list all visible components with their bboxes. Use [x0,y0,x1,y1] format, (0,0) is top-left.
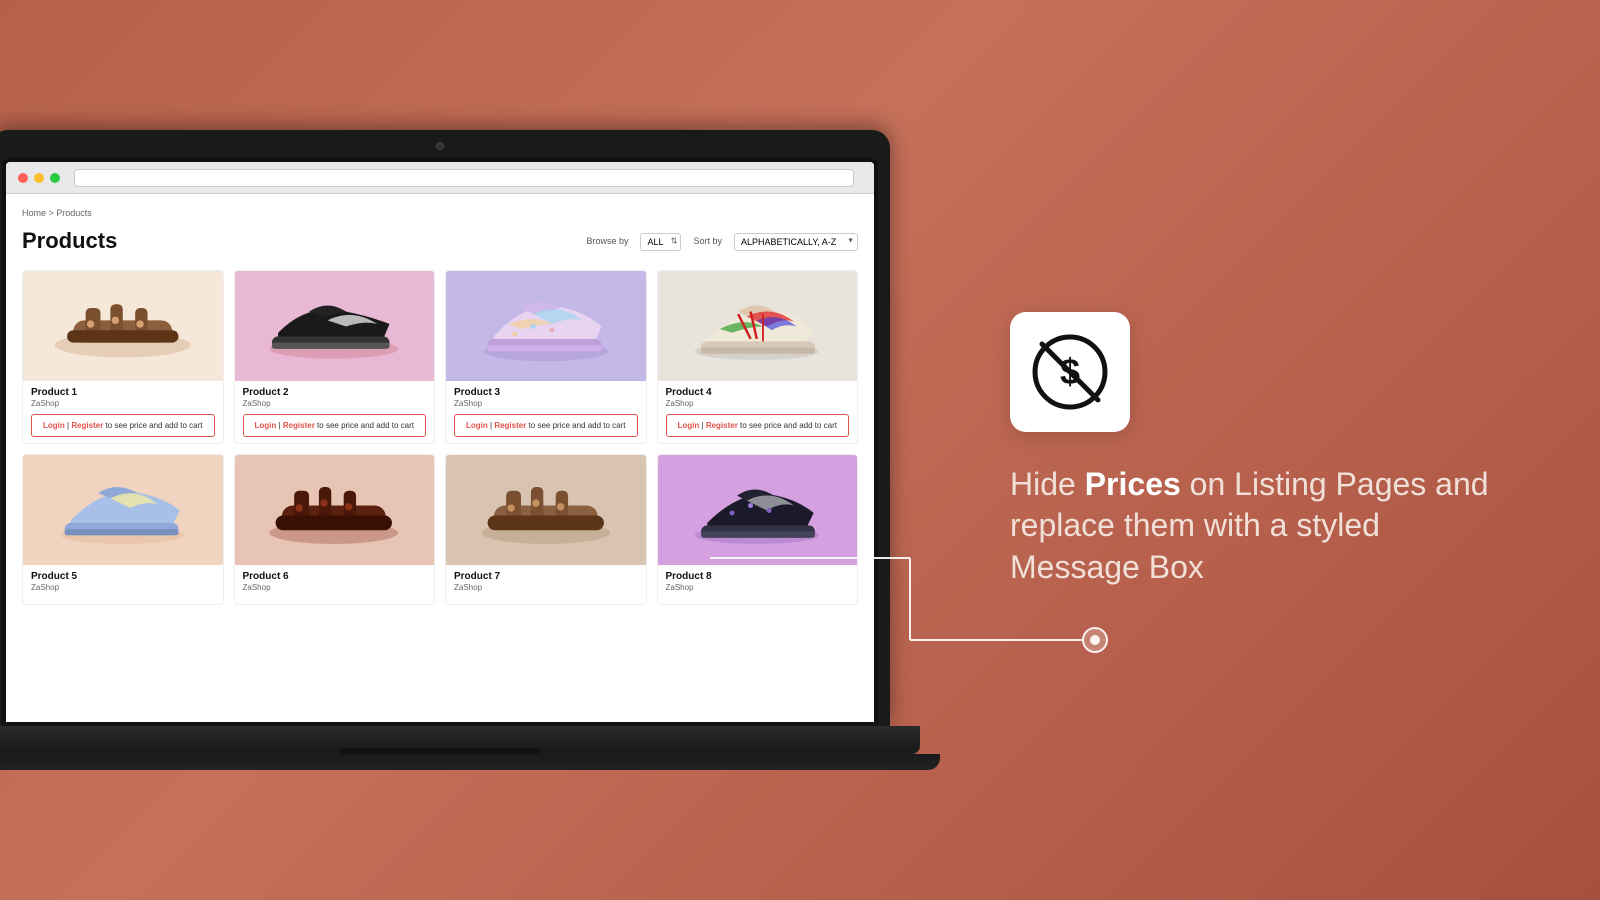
product-image [446,271,646,381]
filter-row: Browse by ALL Sort by ALPHABETICALLY [586,232,858,251]
product-vendor: ZaShop [243,583,427,592]
register-link[interactable]: Register [283,421,315,430]
product-name: Product 6 [243,571,427,582]
product-name: Product 2 [243,387,427,398]
product-name: Product 5 [31,571,215,582]
browse-select-wrapper: ALL [640,232,681,251]
product-vendor: ZaShop [31,399,215,408]
product-image [658,271,858,381]
login-link[interactable]: Login [43,421,65,430]
product-shoe-svg [456,461,636,560]
product-vendor: ZaShop [243,399,427,408]
laptop-camera [436,142,444,150]
product-info: Product 4 ZaShop Login | Register to see… [658,381,858,443]
login-box: Login | Register to see price and add to… [666,414,850,437]
page-title: Products [22,228,117,254]
product-vendor: ZaShop [454,399,638,408]
breadcrumb: Home > Products [22,208,858,218]
no-price-icon: $ [1030,332,1110,412]
login-suffix: to see price and add to cart [315,421,414,430]
browser-chrome [6,162,874,194]
laptop-base [0,726,920,754]
laptop-screen-bezel: Home > Products Products Browse by ALL [2,158,878,726]
product-name: Product 8 [666,571,850,582]
product-name: Product 4 [666,387,850,398]
product-card[interactable]: Product 5 ZaShop [22,454,224,605]
sort-label: Sort by [693,236,722,246]
traffic-light-maximize[interactable] [50,173,60,183]
sort-select[interactable]: ALPHABETICALLY, A-Z [734,233,858,251]
product-info: Product 5 ZaShop [23,565,223,604]
product-image [235,271,435,381]
product-shoe-svg [33,277,213,376]
laptop-screen: Home > Products Products Browse by ALL [6,162,874,722]
sort-select-wrapper: ALPHABETICALLY, A-Z [734,232,858,251]
product-card[interactable]: Product 4 ZaShop Login | Register to see… [657,270,859,444]
login-box: Login | Register to see price and add to… [454,414,638,437]
annotation-text-part1: Hide [1010,466,1085,502]
product-image [446,455,646,565]
annotation-panel: $ Hide Prices on Listing Pages and repla… [950,272,1550,629]
register-link[interactable]: Register [71,421,103,430]
login-box: Login | Register to see price and add to… [243,414,427,437]
product-shoe-svg [667,277,847,376]
product-vendor: ZaShop [666,583,850,592]
product-info: Product 3 ZaShop Login | Register to see… [446,381,646,443]
laptop-mockup: Home > Products Products Browse by ALL [0,130,890,770]
product-name: Product 7 [454,571,638,582]
product-info: Product 8 ZaShop [658,565,858,604]
website-content: Home > Products Products Browse by ALL [6,194,874,722]
product-card[interactable]: Product 7 ZaShop [445,454,647,605]
product-card[interactable]: Product 8 ZaShop [657,454,859,605]
product-name: Product 1 [31,387,215,398]
login-suffix: to see price and add to cart [738,421,837,430]
browse-select[interactable]: ALL [640,233,681,251]
traffic-light-minimize[interactable] [34,173,44,183]
product-shoe-svg [667,461,847,560]
product-card[interactable]: Product 2 ZaShop Login | Register to see… [234,270,436,444]
product-info: Product 7 ZaShop [446,565,646,604]
product-card[interactable]: Product 3 ZaShop Login | Register to see… [445,270,647,444]
product-image [235,455,435,565]
product-info: Product 1 ZaShop Login | Register to see… [23,381,223,443]
browse-label: Browse by [586,236,628,246]
product-vendor: ZaShop [454,583,638,592]
product-shoe-svg [244,461,424,560]
laptop-lid: Home > Products Products Browse by ALL [0,130,890,726]
product-vendor: ZaShop [31,583,215,592]
register-link[interactable]: Register [706,421,738,430]
login-box: Login | Register to see price and add to… [31,414,215,437]
icon-box: $ [1010,312,1130,432]
product-card[interactable]: Product 6 ZaShop [234,454,436,605]
traffic-light-close[interactable] [18,173,28,183]
product-shoe-svg [244,277,424,376]
login-link[interactable]: Login [678,421,700,430]
login-link[interactable]: Login [466,421,488,430]
login-suffix: to see price and add to cart [526,421,625,430]
scene: Home > Products Products Browse by ALL [0,0,1600,900]
product-image [23,455,223,565]
product-shoe-svg [456,277,636,376]
product-shoe-svg [33,461,213,560]
product-card[interactable]: Product 1 ZaShop Login | Register to see… [22,270,224,444]
product-image [658,455,858,565]
page-header: Products Browse by ALL Sort by [22,228,858,254]
product-name: Product 3 [454,387,638,398]
address-bar[interactable] [74,169,854,187]
login-suffix: to see price and add to cart [103,421,202,430]
product-info: Product 2 ZaShop Login | Register to see… [235,381,435,443]
laptop-keyboard [0,754,940,770]
annotation-text-bold: Prices [1085,466,1181,502]
login-link[interactable]: Login [255,421,277,430]
annotation-text: Hide Prices on Listing Pages and replace… [1010,464,1490,589]
product-info: Product 6 ZaShop [235,565,435,604]
products-grid: Product 1 ZaShop Login | Register to see… [22,270,858,605]
product-vendor: ZaShop [666,399,850,408]
product-image [23,271,223,381]
register-link[interactable]: Register [494,421,526,430]
